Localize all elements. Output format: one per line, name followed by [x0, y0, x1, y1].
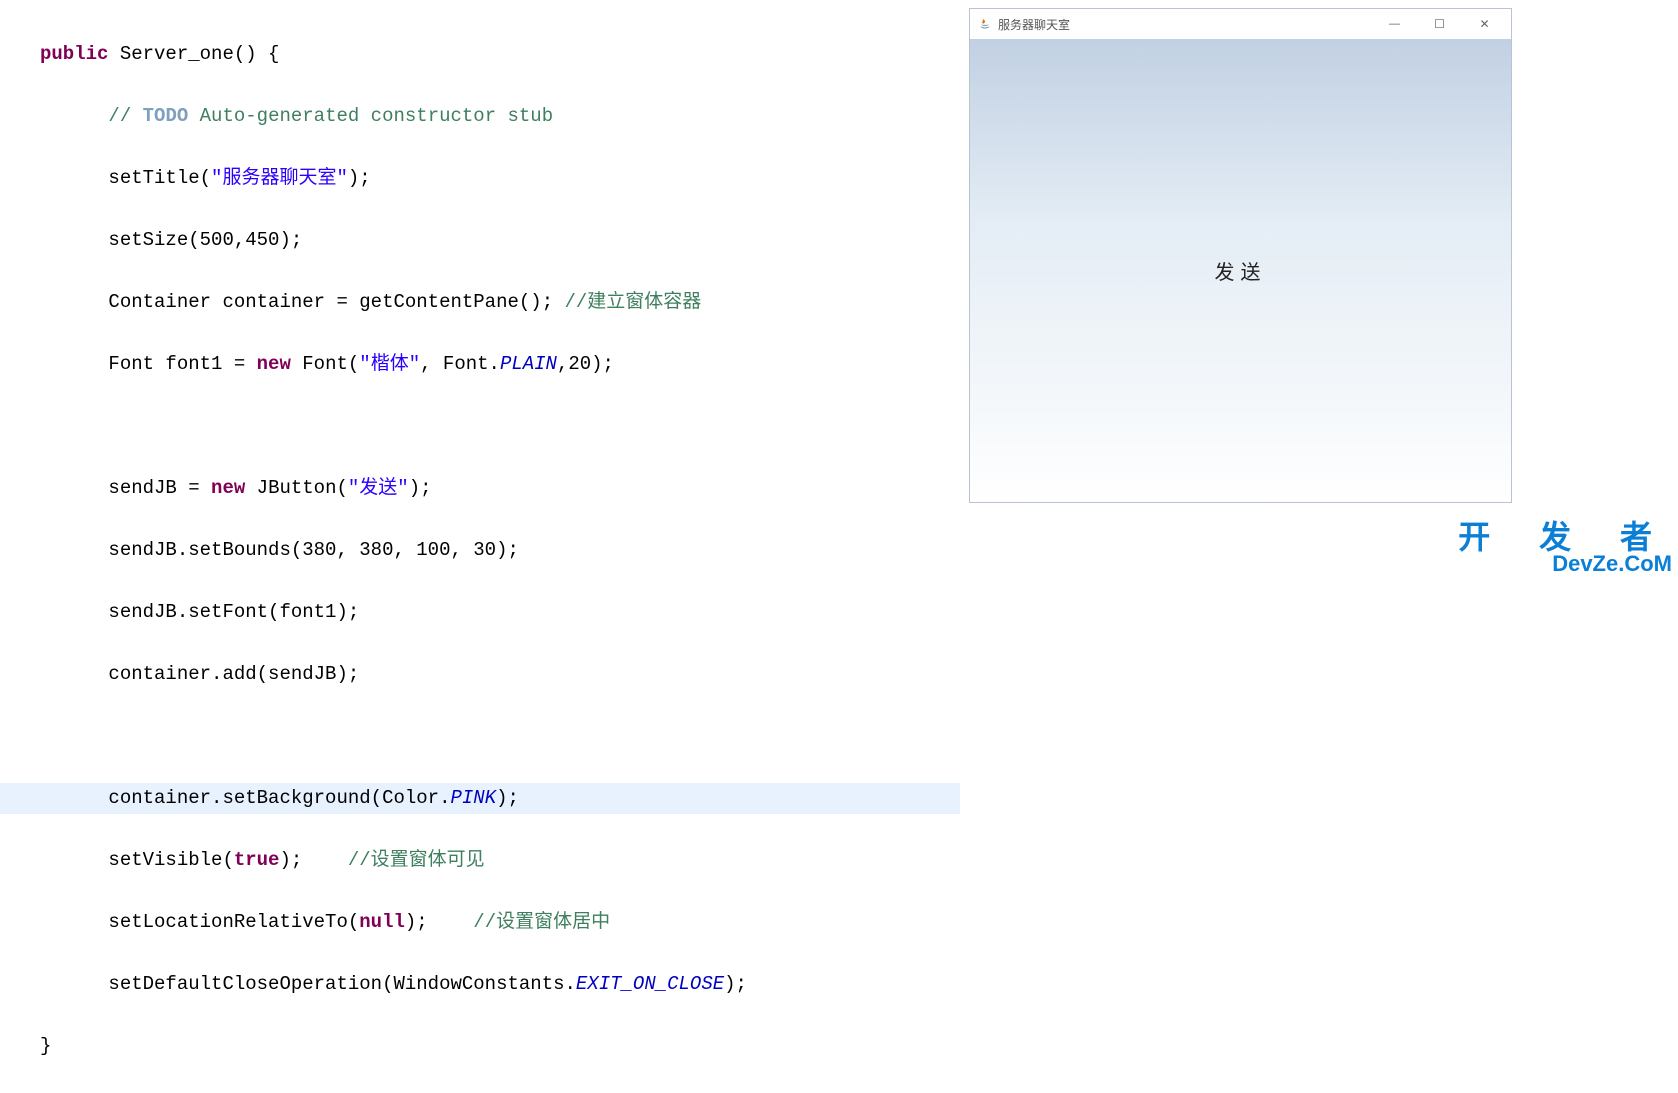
watermark-text: 开 发 者	[1458, 521, 1672, 553]
code-text: );	[405, 911, 473, 933]
comment: //	[108, 105, 142, 127]
constant: PLAIN	[500, 353, 557, 375]
code-text: ,20);	[557, 353, 614, 375]
string: "楷体"	[359, 353, 420, 375]
string: "发送"	[348, 477, 409, 499]
code-text: );	[348, 167, 371, 189]
code-text: setLocationRelativeTo(	[108, 911, 359, 933]
todo-tag: TODO	[143, 105, 189, 127]
code-text: );	[496, 787, 519, 809]
comment: //建立窗体容器	[565, 291, 702, 313]
constant: EXIT_ON_CLOSE	[576, 973, 724, 995]
code-text: setSize(500,450);	[108, 229, 302, 251]
keyword: public	[40, 43, 108, 65]
constant: PINK	[450, 787, 496, 809]
code-text: setDefaultCloseOperation(WindowConstants…	[108, 973, 575, 995]
code-text: setVisible(	[108, 849, 233, 871]
code-editor: public Server_one() { // TODO Auto-gener…	[0, 0, 960, 577]
code-text: Font font1 =	[108, 353, 256, 375]
code-text: container.add(sendJB);	[108, 663, 359, 685]
titlebar[interactable]: 服务器聊天室	[970, 9, 1511, 39]
maximize-button[interactable]	[1417, 10, 1462, 38]
code-text: }	[40, 1035, 51, 1057]
code-text: Container container = getContentPane();	[108, 291, 564, 313]
code-text: container.setBackground(Color.	[108, 787, 450, 809]
watermark-url: DevZe.CoM	[1458, 553, 1672, 575]
string: "服务器聊天室"	[211, 167, 348, 189]
code-text: );	[724, 973, 747, 995]
comment: //设置窗体可见	[348, 849, 485, 871]
code-text: );	[409, 477, 432, 499]
code-text: Server_one() {	[108, 43, 279, 65]
code-text: setTitle(	[108, 167, 211, 189]
code-text: );	[279, 849, 347, 871]
window-title: 服务器聊天室	[998, 16, 1372, 33]
java-icon	[978, 17, 992, 31]
code-text: JButton(	[245, 477, 348, 499]
content-pane: 发送	[970, 39, 1511, 502]
keyword: null	[359, 911, 405, 933]
code-text: Font(	[291, 353, 359, 375]
code-text: sendJB.setBounds(380, 380, 100, 30);	[108, 539, 518, 561]
close-button[interactable]	[1462, 10, 1507, 38]
keyword: true	[234, 849, 280, 871]
java-app-window: 服务器聊天室 发送	[969, 8, 1512, 503]
comment: //设置窗体居中	[473, 911, 610, 933]
code-text: , Font.	[420, 353, 500, 375]
comment: Auto-generated constructor stub	[188, 105, 553, 127]
send-button[interactable]: 发送	[1215, 256, 1267, 285]
keyword: new	[211, 477, 245, 499]
code-text: sendJB =	[108, 477, 211, 499]
watermark: 开 发 者 DevZe.CoM	[1458, 521, 1672, 575]
keyword: new	[257, 353, 291, 375]
minimize-button[interactable]	[1372, 10, 1417, 38]
code-text: sendJB.setFont(font1);	[108, 601, 359, 623]
